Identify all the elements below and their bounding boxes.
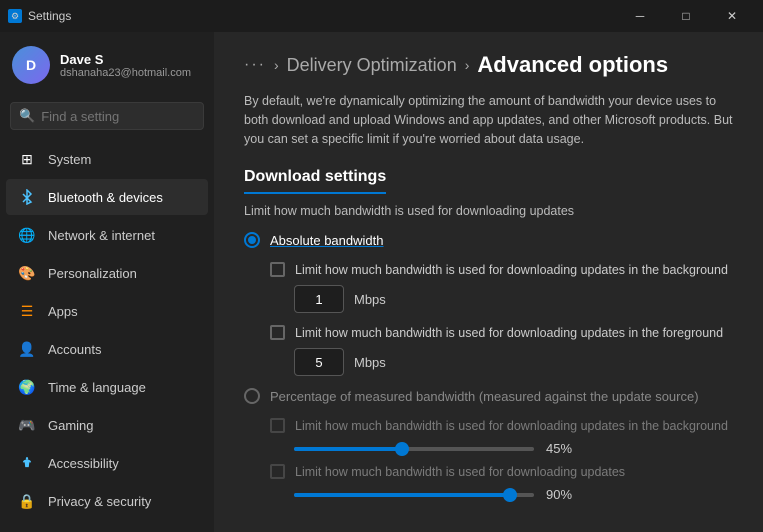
- checkbox-fg-label: Limit how much bandwidth is used for dow…: [295, 326, 723, 340]
- breadcrumb-delivery-optimization[interactable]: Delivery Optimization: [287, 55, 457, 76]
- checkbox-pct-bg-label: Limit how much bandwidth is used for dow…: [295, 419, 728, 433]
- personalization-icon: 🎨: [18, 264, 36, 282]
- sidebar-item-time[interactable]: 🌍 Time & language: [6, 369, 208, 405]
- sidebar-item-windows-update[interactable]: Windows Update: [6, 521, 208, 532]
- radio-percentage-label: Percentage of measured bandwidth (measur…: [270, 389, 699, 404]
- checkbox-bg-label: Limit how much bandwidth is used for dow…: [295, 263, 728, 277]
- accounts-icon: 👤: [18, 340, 36, 358]
- fg-mbps-input[interactable]: [294, 348, 344, 376]
- sidebar-label-time: Time & language: [48, 380, 146, 395]
- fg-mbps-label: Mbps: [354, 355, 386, 370]
- radio-percentage[interactable]: Percentage of measured bandwidth (measur…: [244, 388, 733, 404]
- checkbox-pct-fg: Limit how much bandwidth is used for dow…: [270, 464, 733, 479]
- section-title: Download settings: [244, 168, 386, 194]
- app-body: D Dave S dshanaha23@hotmail.com 🔍 ⊞ Syst…: [0, 32, 763, 532]
- title-bar-left: ⚙ Settings: [8, 9, 71, 23]
- system-icon: ⊞: [18, 150, 36, 168]
- sidebar-item-bluetooth[interactable]: Bluetooth & devices: [6, 179, 208, 215]
- sidebar-label-system: System: [48, 152, 91, 167]
- title-bar-controls: ─ □ ✕: [617, 0, 755, 32]
- radio-absolute-label: Absolute bandwidth: [270, 233, 383, 248]
- sidebar-label-bluetooth: Bluetooth & devices: [48, 190, 163, 205]
- checkbox-fg-download[interactable]: Limit how much bandwidth is used for dow…: [270, 325, 733, 340]
- slider-fg-fill: [294, 493, 510, 497]
- radio-percentage-circle[interactable]: [244, 388, 260, 404]
- page-title: Advanced options: [477, 52, 668, 78]
- slider-fg-pct: 90%: [546, 487, 582, 502]
- fg-input-row: Mbps: [294, 348, 733, 376]
- section-subtitle: Limit how much bandwidth is used for dow…: [244, 204, 733, 218]
- minimize-button[interactable]: ─: [617, 0, 663, 32]
- bluetooth-icon: [18, 188, 36, 206]
- page-header: ··· › Delivery Optimization › Advanced o…: [244, 52, 733, 78]
- download-settings-section: Download settings Limit how much bandwid…: [244, 168, 733, 502]
- avatar: D: [12, 46, 50, 84]
- network-icon: 🌐: [18, 226, 36, 244]
- checkbox-fg-icon[interactable]: [270, 325, 285, 340]
- main-content: ··· › Delivery Optimization › Advanced o…: [214, 32, 763, 532]
- slider-bg-row: 45%: [294, 441, 733, 456]
- sidebar-label-apps: Apps: [48, 304, 78, 319]
- slider-bg-thumb[interactable]: [395, 442, 409, 456]
- user-email: dshanaha23@hotmail.com: [60, 67, 191, 79]
- slider-fg-track[interactable]: [294, 493, 534, 497]
- checkbox-bg-download[interactable]: Limit how much bandwidth is used for dow…: [270, 262, 733, 277]
- checkbox-pct-bg: Limit how much bandwidth is used for dow…: [270, 418, 733, 433]
- sidebar-item-personalization[interactable]: 🎨 Personalization: [6, 255, 208, 291]
- sidebar-label-accessibility: Accessibility: [48, 456, 119, 471]
- sidebar-item-gaming[interactable]: 🎮 Gaming: [6, 407, 208, 443]
- time-icon: 🌍: [18, 378, 36, 396]
- bg-input-row: Mbps: [294, 285, 733, 313]
- apps-icon: ☰: [18, 302, 36, 320]
- accessibility-icon: [18, 454, 36, 472]
- radio-absolute[interactable]: Absolute bandwidth: [244, 232, 733, 248]
- sidebar-item-privacy[interactable]: 🔒 Privacy & security: [6, 483, 208, 519]
- sidebar-item-system[interactable]: ⊞ System: [6, 141, 208, 177]
- radio-absolute-circle[interactable]: [244, 232, 260, 248]
- slider-bg-pct: 45%: [546, 441, 582, 456]
- breadcrumb-sep-1: ›: [274, 57, 279, 73]
- sidebar-label-network: Network & internet: [48, 228, 155, 243]
- sidebar: D Dave S dshanaha23@hotmail.com 🔍 ⊞ Syst…: [0, 32, 214, 532]
- app-icon: ⚙: [8, 9, 22, 23]
- sidebar-item-apps[interactable]: ☰ Apps: [6, 293, 208, 329]
- sidebar-label-personalization: Personalization: [48, 266, 137, 281]
- slider-fg-thumb[interactable]: [503, 488, 517, 502]
- gaming-icon: 🎮: [18, 416, 36, 434]
- privacy-icon: 🔒: [18, 492, 36, 510]
- search-input[interactable]: [41, 109, 214, 124]
- app-title: Settings: [28, 9, 71, 23]
- search-icon: 🔍: [19, 108, 35, 124]
- slider-bg-track[interactable]: [294, 447, 534, 451]
- sidebar-item-network[interactable]: 🌐 Network & internet: [6, 217, 208, 253]
- page-description: By default, we're dynamically optimizing…: [244, 92, 733, 148]
- title-bar: ⚙ Settings ─ □ ✕: [0, 0, 763, 32]
- slider-fg-row: 90%: [294, 487, 733, 502]
- checkbox-pct-fg-label: Limit how much bandwidth is used for dow…: [295, 465, 625, 479]
- user-name: Dave S: [60, 52, 191, 67]
- search-box[interactable]: 🔍: [10, 102, 204, 130]
- checkbox-pct-bg-icon: [270, 418, 285, 433]
- bg-mbps-label: Mbps: [354, 292, 386, 307]
- user-info: Dave S dshanaha23@hotmail.com: [60, 52, 191, 79]
- bg-mbps-input[interactable]: [294, 285, 344, 313]
- breadcrumb-dots[interactable]: ···: [244, 56, 266, 74]
- checkbox-bg-icon[interactable]: [270, 262, 285, 277]
- breadcrumb-sep-2: ›: [465, 57, 470, 73]
- sidebar-label-gaming: Gaming: [48, 418, 94, 433]
- sidebar-label-accounts: Accounts: [48, 342, 101, 357]
- checkbox-pct-fg-icon: [270, 464, 285, 479]
- slider-bg-fill: [294, 447, 402, 451]
- close-button[interactable]: ✕: [709, 0, 755, 32]
- maximize-button[interactable]: □: [663, 0, 709, 32]
- user-profile[interactable]: D Dave S dshanaha23@hotmail.com: [0, 32, 214, 98]
- sidebar-item-accounts[interactable]: 👤 Accounts: [6, 331, 208, 367]
- sidebar-label-privacy: Privacy & security: [48, 494, 151, 509]
- sidebar-item-accessibility[interactable]: Accessibility: [6, 445, 208, 481]
